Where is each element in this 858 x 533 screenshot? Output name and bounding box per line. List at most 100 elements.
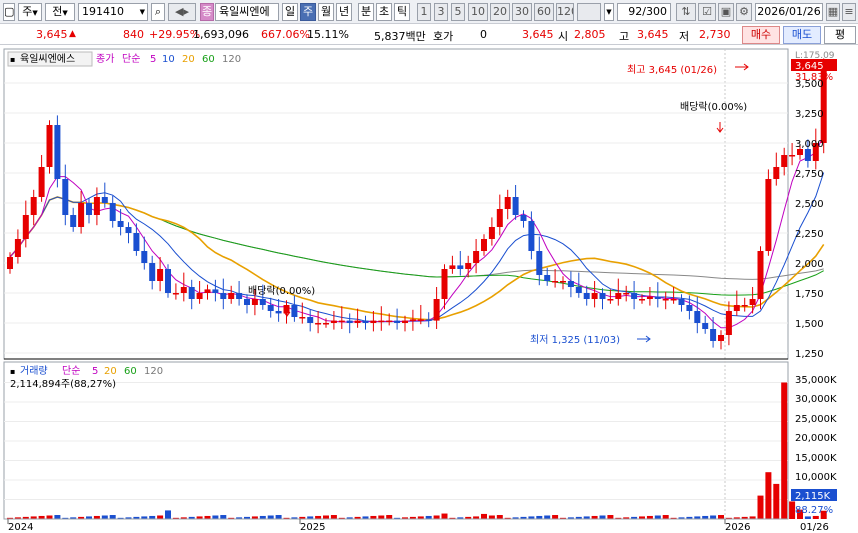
candle-body <box>765 179 772 251</box>
hoga-value: 0 <box>480 28 487 41</box>
code-input[interactable]: 191410 ▼ <box>78 3 148 21</box>
tick-30[interactable]: 30 <box>512 3 532 21</box>
period-year[interactable]: 년 <box>336 3 352 21</box>
calendar-icon[interactable]: ▦ <box>826 3 840 21</box>
vaxis-35000: 35,000K <box>795 375 837 386</box>
candle-body <box>30 197 37 215</box>
volume-bar <box>599 515 606 519</box>
legend-ma10: 10 <box>162 54 175 65</box>
candle-body <box>733 305 740 311</box>
legend-square-icon: ▪ <box>10 55 15 64</box>
period-day[interactable]: 일 <box>282 3 298 21</box>
period-minute[interactable]: 분 <box>358 3 374 21</box>
candle-body <box>417 319 424 321</box>
candle-body <box>544 275 551 281</box>
vol-legend-simple: 단순 <box>62 365 80 377</box>
candle-body <box>149 263 156 281</box>
high-annotation: 최고 3,645 (01/26) <box>627 64 717 76</box>
high-label: 고 <box>619 30 630 43</box>
volume-bar <box>488 515 495 519</box>
candle-body <box>362 320 369 323</box>
axis-1750: 1,750 <box>795 289 824 300</box>
vol-legend-120: 120 <box>144 366 163 377</box>
market-select[interactable]: 주▼ <box>18 3 42 21</box>
legend-ma60: 60 <box>202 54 215 65</box>
checkbox-icon[interactable]: ☑ <box>698 3 716 21</box>
tick-5[interactable]: 5 <box>451 3 465 21</box>
count-input[interactable]: 92/300 <box>617 3 671 21</box>
prefix-select[interactable]: 전▼ <box>45 3 75 21</box>
menu-icon[interactable]: ≡ <box>842 3 856 21</box>
volume-bar <box>710 515 717 519</box>
buy-button[interactable]: 매수 <box>742 26 780 44</box>
candle-body <box>496 209 503 227</box>
sell-button[interactable]: 매도 <box>783 26 821 44</box>
period-second[interactable]: 초 <box>376 3 392 21</box>
panel-icon[interactable]: ▢ <box>3 3 15 21</box>
candle-body <box>62 179 69 215</box>
candle-body <box>46 125 53 167</box>
vaxis-15000: 15,000K <box>795 453 837 464</box>
legend-ma5: 5 <box>150 54 156 65</box>
candle-body <box>678 299 685 305</box>
candle-body <box>646 296 653 299</box>
tick-20[interactable]: 20 <box>490 3 510 21</box>
period-tick[interactable]: 틱 <box>394 3 410 21</box>
tick-10[interactable]: 10 <box>468 3 488 21</box>
candle-body <box>125 227 132 233</box>
zoom-icon[interactable]: ⇅ <box>676 3 696 21</box>
tick-dropdown[interactable]: ▼ <box>604 3 614 21</box>
volume-bar <box>718 515 724 519</box>
sound-icon[interactable]: ◀▸ <box>168 3 196 21</box>
tick-120[interactable]: 120 <box>556 3 574 21</box>
candle-body <box>773 167 780 179</box>
candle-body <box>409 319 416 321</box>
candle-body <box>236 293 243 299</box>
tick-3[interactable]: 3 <box>434 3 448 21</box>
candle-body <box>299 317 306 319</box>
candle-body <box>504 197 511 209</box>
axis-3250: 3,250 <box>795 109 824 120</box>
open-label: 시 <box>558 30 569 43</box>
candle-body <box>725 311 732 335</box>
candle-body <box>117 221 124 227</box>
candle-body <box>338 320 345 323</box>
candle-body <box>781 155 788 167</box>
candle-body <box>275 311 282 314</box>
volume-bar <box>101 515 108 519</box>
period-month[interactable]: 월 <box>318 3 334 21</box>
vol-pct-tag: 88.27% <box>795 505 833 516</box>
volume-bar <box>773 483 780 519</box>
period-week[interactable]: 주 <box>300 3 316 21</box>
date-input[interactable]: 2026/01/26 <box>755 3 823 21</box>
search-icon[interactable]: ⌕ <box>151 3 165 21</box>
candle-body <box>330 320 337 323</box>
turnover: 15.11% <box>307 28 349 41</box>
vaxis-10000: 10,000K <box>795 472 837 483</box>
eval-button[interactable]: 평 <box>824 26 856 44</box>
axis-2250: 2,250 <box>795 229 824 240</box>
volume-bar <box>812 515 819 519</box>
save-icon[interactable]: ▣ <box>718 3 734 21</box>
vol-legend-60: 60 <box>124 366 137 377</box>
gear-icon[interactable]: ⚙ <box>736 3 752 21</box>
candle-body <box>101 197 108 203</box>
volume-bar <box>781 382 788 519</box>
low-annotation: 최저 1,325 (11/03) <box>530 334 620 346</box>
candle-body <box>267 305 274 311</box>
tick-1[interactable]: 1 <box>417 3 431 21</box>
vol-legend-20: 20 <box>104 366 117 377</box>
open-price: 2,805 <box>574 28 606 41</box>
volume-bar <box>220 515 227 519</box>
axis-1250: 1,250 <box>795 349 824 360</box>
candle-body <box>741 305 748 307</box>
low-price: 2,730 <box>699 28 731 41</box>
tick-custom[interactable] <box>577 3 601 21</box>
candle-body <box>567 281 574 287</box>
candle-body <box>244 299 250 305</box>
volume-bar <box>323 515 329 519</box>
candle-body <box>536 251 543 275</box>
tick-60[interactable]: 60 <box>534 3 554 21</box>
high-price: 3,645 <box>637 28 669 41</box>
candle-body <box>14 239 21 257</box>
